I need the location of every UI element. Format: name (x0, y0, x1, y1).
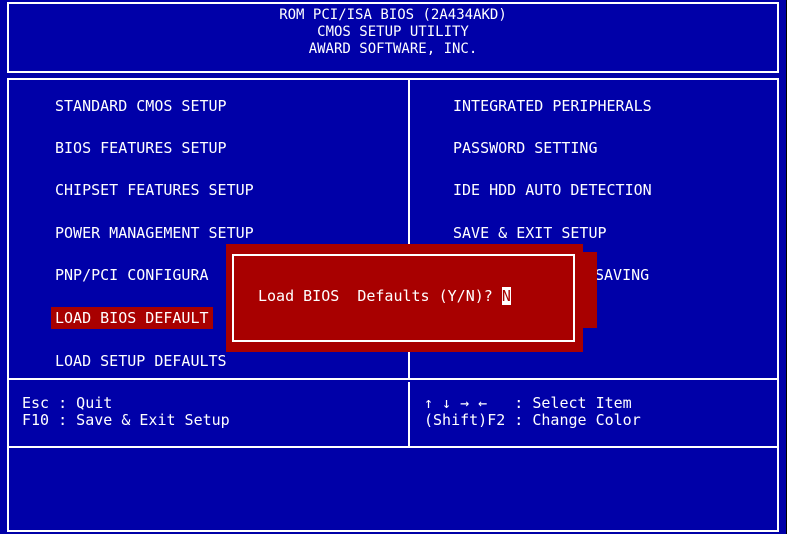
bios-version: ROM PCI/ISA BIOS (2A434AKD) (279, 7, 507, 23)
help-change-color: (Shift)F2 : Change Color (424, 411, 641, 429)
bios-screen: ROM PCI/ISA BIOS (2A434AKD) CMOS SETUP U… (0, 0, 787, 534)
load-defaults-dialog: Load BIOS Defaults (Y/N)? N (226, 244, 583, 352)
menu-item-power-management-setup[interactable]: POWER MANAGEMENT SETUP (55, 224, 254, 242)
menu-item-load-bios-defaults-label: LOAD BIOS DEFAULT (51, 307, 213, 329)
dialog-shadow-right (583, 252, 597, 328)
help-quit: Esc : Quit (22, 394, 113, 412)
dialog-input[interactable]: N (501, 287, 511, 305)
help-save-exit: F10 : Save & Exit Setup (22, 411, 230, 429)
menu-item-standard-cmos-setup[interactable]: STANDARD CMOS SETUP (55, 97, 227, 115)
menu-item-load-setup-defaults[interactable]: LOAD SETUP DEFAULTS (55, 352, 227, 370)
dialog-prompt-text: Load BIOS Defaults (Y/N)? (258, 287, 502, 305)
menu-item-load-bios-defaults[interactable]: LOAD BIOS DEFAULT (51, 307, 213, 329)
menu-item-pnp-pci-configuration[interactable]: PNP/PCI CONFIGURA (55, 266, 209, 284)
help-select-item: ↑ ↓ → ← : Select Item (424, 394, 632, 412)
menu-item-integrated-peripherals[interactable]: INTEGRATED PERIPHERALS (453, 97, 652, 115)
dialog-prompt: Load BIOS Defaults (Y/N)? N (258, 287, 511, 305)
menu-item-bios-features-setup[interactable]: BIOS FEATURES SETUP (55, 139, 227, 157)
menu-item-saving[interactable]: SAVING (595, 266, 649, 284)
menu-item-password-setting[interactable]: PASSWORD SETTING (453, 139, 598, 157)
status-panel (7, 448, 779, 532)
vendor-name: AWARD SOFTWARE, INC. (308, 41, 478, 57)
utility-title: CMOS SETUP UTILITY (317, 24, 469, 40)
menu-item-chipset-features-setup[interactable]: CHIPSET FEATURES SETUP (55, 181, 254, 199)
help-divider (408, 382, 410, 446)
bios-header: ROM PCI/ISA BIOS (2A434AKD) CMOS SETUP U… (7, 2, 779, 73)
menu-item-save-exit-setup[interactable]: SAVE & EXIT SETUP (453, 224, 607, 242)
menu-item-ide-hdd-auto-detection[interactable]: IDE HDD AUTO DETECTION (453, 181, 652, 199)
